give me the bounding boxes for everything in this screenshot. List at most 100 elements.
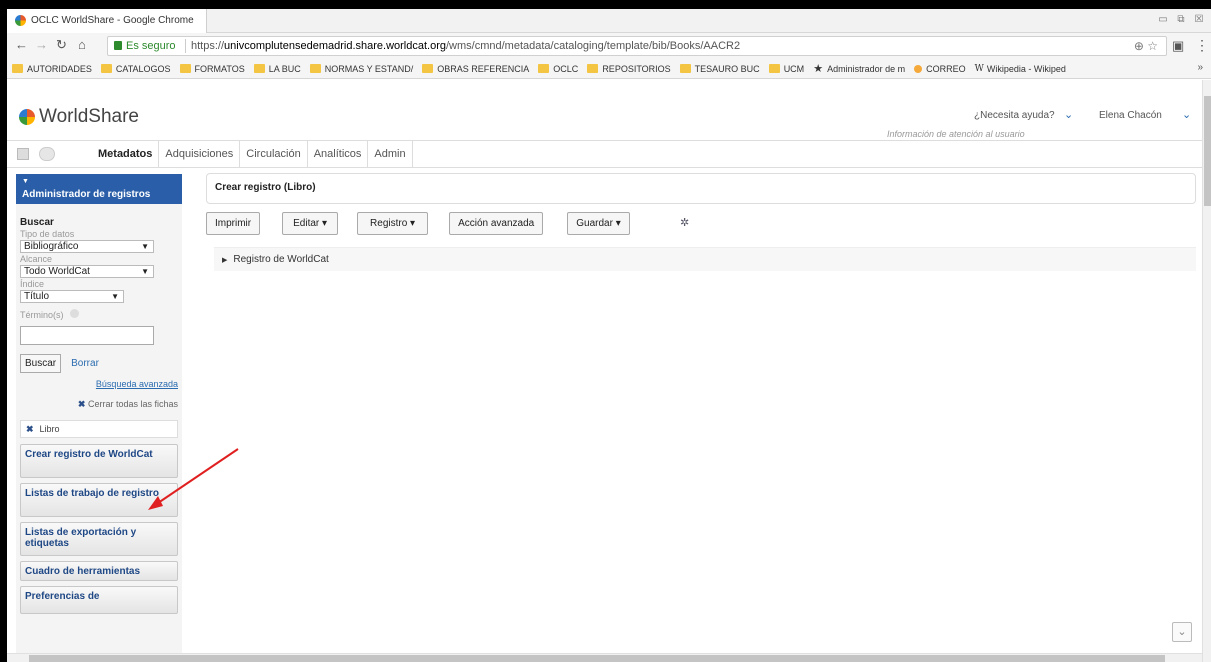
bookmark-item[interactable]: CATALOGOS (100, 63, 171, 74)
folder-icon (12, 64, 23, 73)
bookmark-label: TESAURO BUC (694, 63, 760, 74)
sidebar: ▼ Administrador de registros Buscar Tipo… (16, 174, 182, 662)
toolbox-button[interactable]: Cuadro de herramientas (20, 561, 178, 581)
chevron-down-icon[interactable]: ⌄ (1182, 108, 1191, 121)
search-panel: Buscar Tipo de datos Bibliográfico ▼ Alca… (16, 204, 182, 614)
help-subtitle[interactable]: Información de atención al usuario (887, 129, 1025, 139)
tab-adquisiciones[interactable]: Adquisiciones (159, 141, 241, 167)
zoom-star-icons[interactable]: ⊕ ☆ (1134, 39, 1158, 53)
bookmark-item[interactable]: OCLC (538, 64, 578, 74)
bookmark-item[interactable]: CORREO (914, 64, 966, 74)
star-icon: ★ (813, 63, 824, 75)
panel-title: Administrador de registros (22, 189, 151, 200)
print-button[interactable]: Imprimir (206, 212, 261, 235)
menu-icon[interactable]: ⋮ (1195, 37, 1209, 54)
wikipedia-icon: W (974, 63, 984, 74)
restore-icon[interactable]: ⧉ (1173, 13, 1189, 27)
scroll-down-icon[interactable]: ⌄ (1172, 622, 1192, 642)
bookmark-item[interactable]: ★ Administrador de m (813, 62, 905, 75)
scope-select[interactable]: Todo WorldCat ▼ (20, 265, 154, 278)
bookmark-item[interactable]: FORMATOS (179, 63, 245, 74)
terms-input[interactable] (20, 326, 154, 345)
url-prefix: https:// (191, 40, 225, 52)
bookmark-item[interactable]: W Wikipedia - Wikiped (975, 64, 1066, 74)
close-icon[interactable]: ☒ (1191, 13, 1207, 27)
search-button[interactable]: Buscar (20, 354, 62, 373)
record-title: Crear registro (Libro) (215, 182, 316, 193)
folder-icon (253, 64, 265, 73)
home-icon[interactable]: ⌂ (78, 38, 86, 52)
bookmark-label: OBRAS REFERENCIA (437, 63, 530, 74)
browser-window: OCLC WorldShare - Google Chrome ▭ ⧉ ☒ ← … (7, 9, 1211, 662)
edit-menu-button[interactable]: Editar ▾ (282, 212, 339, 235)
url-input[interactable]: Es seguro https://univcomplutensedemadri… (107, 36, 1167, 56)
bookmark-label: UCM (783, 63, 805, 74)
panel-header[interactable]: ▼ Administrador de registros (16, 174, 182, 204)
datatype-select[interactable]: Bibliográfico ▼ (20, 240, 154, 253)
bookmark-label: CATALOGOS (115, 63, 171, 74)
back-icon[interactable]: ← (15, 38, 28, 52)
datatype-label: Tipo de datos (20, 229, 75, 239)
minimize-icon[interactable]: ▭ (1155, 13, 1171, 27)
bookmark-label: Administrador de m (827, 63, 906, 74)
tab-admin[interactable]: Admin (368, 141, 413, 167)
tab-analiticos[interactable]: Analíticos (308, 141, 369, 167)
worldcat-record-section[interactable]: ▶ Registro de WorldCat (214, 247, 1196, 271)
bookmark-item[interactable]: LA BUC (253, 64, 301, 74)
record-header: Crear registro (Libro) (206, 173, 1196, 204)
remove-filter-icon[interactable]: ✖ (26, 424, 34, 434)
bookmark-item[interactable]: UCM (768, 63, 805, 74)
search-title: Buscar (20, 217, 54, 228)
extension-icon[interactable]: ▣ (1172, 38, 1184, 54)
dropdown-arrow-icon: ▼ (141, 242, 149, 251)
worldshare-logo[interactable]: WorldShare (19, 106, 139, 128)
bookmark-item[interactable]: TESAURO BUC (679, 63, 760, 74)
app-header: WorldShare ¿Necesita ayuda? ⌄ Informació… (7, 80, 1211, 149)
folder-icon (768, 64, 780, 73)
export-lists-button[interactable]: Listas de exportación y etiquetas (20, 522, 178, 556)
index-select[interactable]: Título ▼ (20, 290, 124, 303)
worldshare-favicon-icon (15, 15, 26, 26)
reload-icon[interactable]: ↻ (56, 38, 67, 52)
help-icon[interactable] (69, 309, 79, 318)
forward-icon[interactable]: → (35, 38, 48, 52)
bookmark-label: REPOSITORIOS (602, 63, 671, 74)
bookmark-label: FORMATOS (194, 63, 245, 74)
browser-tab[interactable]: OCLC WorldShare - Google Chrome (7, 9, 207, 33)
tab-metadatos[interactable]: Metadatos (92, 141, 160, 167)
scrollbar-thumb[interactable] (29, 655, 1165, 662)
record-menu-button[interactable]: Registro ▾ (357, 212, 429, 235)
advanced-search-link[interactable]: Búsqueda avanzada (20, 379, 178, 389)
vertical-scrollbar[interactable] (1202, 80, 1211, 662)
help-link[interactable]: ¿Necesita ayuda? (974, 110, 1055, 121)
collapse-icon[interactable] (17, 148, 29, 160)
chevron-down-icon[interactable]: ⌄ (1064, 108, 1073, 121)
record-work-lists-button[interactable]: Listas de trabajo de registro (20, 483, 178, 517)
gear-icon[interactable]: ✲ (680, 216, 689, 229)
scrollbar-thumb[interactable] (1204, 96, 1211, 206)
create-worldcat-record-button[interactable]: Crear registro de WorldCat (20, 444, 178, 478)
terms-label: Término(s) (20, 310, 64, 320)
toggle-icon[interactable] (39, 147, 55, 161)
folder-icon (100, 64, 112, 73)
filter-chip[interactable]: ✖ Libro (20, 420, 178, 438)
bookmarks-more-icon[interactable]: » (1197, 62, 1203, 73)
bookmark-item[interactable]: NORMAS Y ESTAND/ (309, 64, 413, 74)
title-bar: OCLC WorldShare - Google Chrome ▭ ⧉ ☒ (7, 9, 1211, 33)
datatype-value: Bibliográfico (24, 241, 79, 252)
secure-label: Es seguro (126, 40, 176, 52)
bookmark-label: Wikipedia - Wikiped (986, 63, 1066, 74)
preferences-button[interactable]: Preferencias de (20, 586, 178, 614)
tab-circulacion[interactable]: Circulación (240, 141, 308, 167)
bookmark-item[interactable]: AUTORIDADES (12, 64, 92, 74)
bookmark-item[interactable]: OBRAS REFERENCIA (422, 64, 529, 74)
close-all-tabs[interactable]: ✖ Cerrar todas las fichas (20, 399, 178, 410)
terms-row: Término(s) (20, 309, 178, 320)
bookmark-item[interactable]: REPOSITORIOS (587, 63, 671, 74)
clear-link[interactable]: Borrar (71, 358, 99, 369)
folder-icon (587, 64, 599, 73)
advanced-action-button[interactable]: Acción avanzada (449, 212, 544, 235)
save-menu-button[interactable]: Guardar ▾ (567, 212, 630, 235)
user-name[interactable]: Elena Chacón (1099, 110, 1162, 121)
horizontal-scrollbar[interactable] (7, 653, 1202, 662)
